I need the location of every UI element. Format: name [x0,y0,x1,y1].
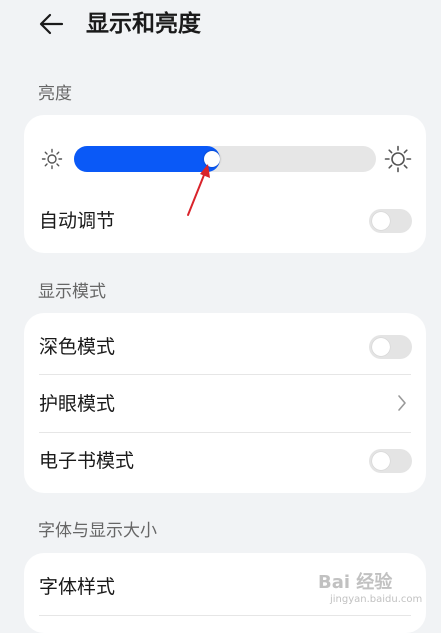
section-label-font-size: 字体与显示大小 [38,521,157,541]
ebook-mode-row[interactable]: 电子书模式 [24,433,426,489]
sun-large-icon [384,145,412,173]
watermark-text: Bai 经验 [318,572,393,593]
section-label-display-mode: 显示模式 [38,282,106,302]
divider [39,615,411,616]
dark-mode-row[interactable]: 深色模式 [24,317,426,373]
section-label-brightness: 亮度 [38,84,72,104]
auto-brightness-label: 自动调节 [39,210,116,232]
header: 显示和亮度 [0,0,441,52]
chevron-right-icon [398,395,406,411]
sun-small-icon [41,148,63,170]
font-style-label: 字体样式 [39,576,116,598]
page-title: 显示和亮度 [86,11,201,37]
brightness-card: 自动调节 [24,115,426,253]
dark-mode-toggle[interactable] [369,335,412,359]
dark-mode-label: 深色模式 [39,336,116,358]
brightness-slider[interactable] [74,146,376,172]
ebook-mode-label: 电子书模式 [39,450,135,472]
watermark-sub: jingyan.baidu.com [330,594,423,605]
ebook-mode-toggle[interactable] [369,449,412,473]
eye-comfort-label: 护眼模式 [39,393,116,415]
auto-brightness-toggle[interactable] [369,209,412,233]
toggle-knob [372,452,390,470]
annotation-arrow-icon [187,164,210,216]
eye-comfort-row[interactable]: 护眼模式 [24,375,426,431]
display-mode-card: 深色模式 护眼模式 电子书模式 [24,313,426,493]
toggle-knob [372,212,390,230]
toggle-knob [372,338,390,356]
arrow-left-icon[interactable] [38,10,66,38]
auto-brightness-row[interactable]: 自动调节 [24,199,426,243]
